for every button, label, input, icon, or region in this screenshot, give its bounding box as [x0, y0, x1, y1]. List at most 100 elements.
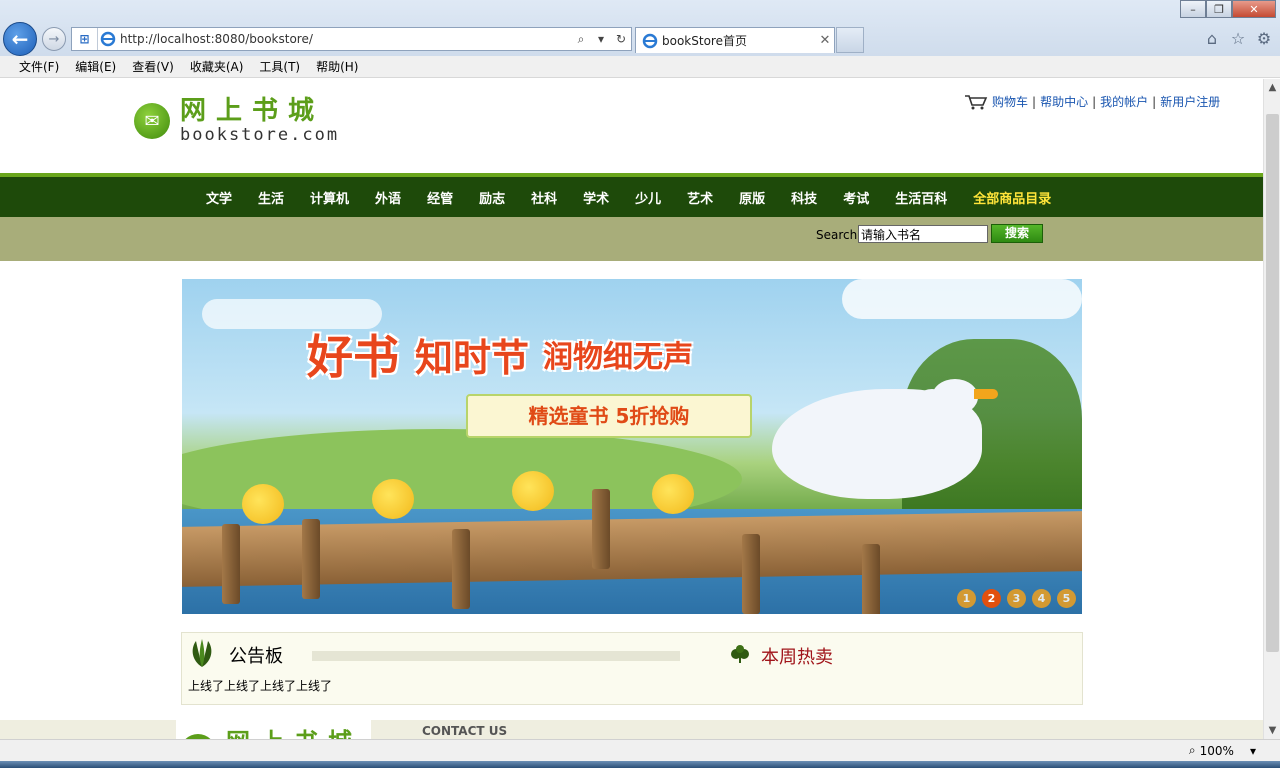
- link-separator: |: [1152, 94, 1157, 109]
- restore-button[interactable]: ❐: [1206, 0, 1232, 18]
- search-button[interactable]: 搜索: [991, 224, 1043, 243]
- duckling-shape: [652, 474, 694, 514]
- menu-edit[interactable]: 编辑(E): [67, 58, 124, 75]
- compatibility-view-icon[interactable]: ⊞: [72, 28, 98, 50]
- category-nav: 文学 生活 计算机 外语 经管 励志 社科 学术 少儿 艺术 原版 科技 考试 …: [0, 177, 1263, 217]
- ie-page-icon: [98, 29, 118, 49]
- notice-board: 公告板 上线了上线了上线了上线了 本周热卖: [181, 632, 1083, 705]
- page-viewport: ✉ 网上书城 bookstore.com 购物车 | 帮助中心 | 我的帐户 |…: [0, 79, 1263, 739]
- zoom-dropdown-icon[interactable]: ▾: [1250, 744, 1256, 758]
- minimize-button[interactable]: –: [1180, 0, 1206, 18]
- board-text: 上线了上线了上线了上线了: [188, 679, 333, 693]
- forward-button[interactable]: →: [42, 27, 66, 51]
- zoom-control[interactable]: ⌕ 100% ▾: [1189, 743, 1256, 758]
- browser-chrome: – ❐ ✕ ← → ⊞ http://localhost:8080/bookst…: [0, 0, 1280, 56]
- duckling-shape: [512, 471, 554, 511]
- nav-item-computer[interactable]: 计算机: [297, 188, 362, 207]
- duckling-shape: [372, 479, 414, 519]
- menu-file[interactable]: 文件(F): [11, 58, 67, 75]
- goose-head-shape: [932, 379, 978, 415]
- banner-title: 好书 知时节 润物细无声: [307, 321, 693, 387]
- cloud-shape: [842, 279, 1082, 319]
- leaf-icon: [192, 639, 212, 667]
- ie-tab-icon: [642, 33, 658, 48]
- book-logo-icon: ✉: [134, 103, 170, 139]
- search-label: Search: [816, 228, 858, 242]
- dropdown-arrow-icon[interactable]: ▾: [591, 28, 611, 50]
- favorites-star-icon[interactable]: ☆: [1228, 28, 1248, 48]
- menu-view[interactable]: 查看(V): [124, 58, 182, 75]
- bridge-post: [302, 519, 320, 599]
- scroll-up-arrow-icon[interactable]: ▲: [1264, 79, 1280, 96]
- nav-item-inspiration[interactable]: 励志: [466, 188, 518, 207]
- my-account-link[interactable]: 我的帐户: [1100, 93, 1148, 110]
- tab-close-icon[interactable]: ✕: [816, 33, 834, 48]
- banner-dot-4[interactable]: 4: [1032, 589, 1051, 608]
- bridge-post: [592, 489, 610, 569]
- nav-item-technology[interactable]: 科技: [778, 188, 830, 207]
- home-icon[interactable]: ⌂: [1202, 28, 1222, 48]
- vertical-scrollbar[interactable]: ▲ ▼: [1263, 79, 1280, 739]
- scrollbar-thumb[interactable]: [1266, 114, 1279, 652]
- banner-dot-3[interactable]: 3: [1007, 589, 1026, 608]
- menu-help[interactable]: 帮助(H): [308, 58, 366, 75]
- address-bar[interactable]: ⊞ http://localhost:8080/bookstore/ ⌕ ▾ ↻: [71, 27, 632, 51]
- nav-item-social-science[interactable]: 社科: [518, 188, 570, 207]
- gear-icon[interactable]: ⚙: [1254, 28, 1274, 48]
- banner-title-part2: 知时节: [415, 335, 530, 380]
- nav-item-children[interactable]: 少儿: [622, 188, 674, 207]
- board-title: 公告板: [229, 646, 283, 667]
- top-links: 购物车 | 帮助中心 | 我的帐户 | 新用户注册: [964, 93, 1220, 110]
- register-link[interactable]: 新用户注册: [1160, 93, 1220, 110]
- url-text[interactable]: http://localhost:8080/bookstore/: [118, 32, 571, 46]
- nav-item-literature[interactable]: 文学: [193, 188, 245, 207]
- banner-dot-1[interactable]: 1: [957, 589, 976, 608]
- menu-favorites[interactable]: 收藏夹(A): [182, 58, 252, 75]
- link-separator: |: [1092, 94, 1097, 109]
- nav-item-foreign-language[interactable]: 外语: [362, 188, 414, 207]
- scroll-down-arrow-icon[interactable]: ▼: [1264, 722, 1280, 739]
- logo-en-text: bookstore.com: [180, 125, 340, 145]
- window-controls: – ❐ ✕: [1180, 0, 1276, 20]
- title-bar: – ❐ ✕: [0, 0, 1280, 22]
- help-center-link[interactable]: 帮助中心: [1040, 93, 1088, 110]
- clover-icon: [731, 645, 749, 663]
- taskbar: [0, 761, 1280, 768]
- tab-title: bookStore首页: [662, 34, 747, 48]
- nav-item-life-encyclopedia[interactable]: 生活百科: [882, 188, 960, 207]
- nav-item-original[interactable]: 原版: [726, 188, 778, 207]
- nav-item-business[interactable]: 经管: [414, 188, 466, 207]
- bridge-post: [742, 534, 760, 614]
- chrome-toolbar-right: ⌂ ☆ ⚙: [1202, 28, 1274, 48]
- back-button[interactable]: ←: [3, 22, 37, 56]
- new-tab-button[interactable]: [836, 27, 864, 53]
- link-separator: |: [1032, 94, 1037, 109]
- search-icon[interactable]: ⌕: [571, 28, 591, 50]
- duckling-shape: [242, 484, 284, 524]
- promo-banner[interactable]: 好书 知时节 润物细无声 精选童书 5折抢购 1 2 3 4 5: [182, 279, 1082, 614]
- nav-item-life[interactable]: 生活: [245, 188, 297, 207]
- search-input[interactable]: [858, 225, 988, 243]
- close-window-button[interactable]: ✕: [1232, 0, 1276, 18]
- refresh-icon[interactable]: ↻: [611, 28, 631, 50]
- shopping-cart-icon: [965, 94, 988, 109]
- hot-sellers-title[interactable]: 本周热卖: [761, 643, 833, 669]
- goose-beak-shape: [974, 389, 998, 399]
- bridge-post: [222, 524, 240, 604]
- site-logo[interactable]: ✉ 网上书城 bookstore.com: [134, 97, 339, 145]
- banner-dot-2[interactable]: 2: [982, 589, 1001, 608]
- menu-tools[interactable]: 工具(T): [251, 58, 308, 75]
- tab-bookstore[interactable]: bookStore首页 ✕: [635, 27, 835, 53]
- cart-link[interactable]: 购物车: [992, 93, 1028, 110]
- bridge-post: [452, 529, 470, 609]
- footer-logo: 网上书城: [176, 720, 371, 739]
- nav-item-academic[interactable]: 学术: [570, 188, 622, 207]
- logo-cn-text: 网上书城: [180, 96, 325, 126]
- board-divider-bar: [312, 651, 680, 661]
- nav-item-exam[interactable]: 考试: [830, 188, 882, 207]
- banner-pager: 1 2 3 4 5: [957, 589, 1076, 608]
- banner-dot-5[interactable]: 5: [1057, 589, 1076, 608]
- nav-item-all-catalog[interactable]: 全部商品目录: [960, 188, 1064, 207]
- banner-title-part1: 好书: [307, 330, 399, 384]
- nav-item-art[interactable]: 艺术: [674, 188, 726, 207]
